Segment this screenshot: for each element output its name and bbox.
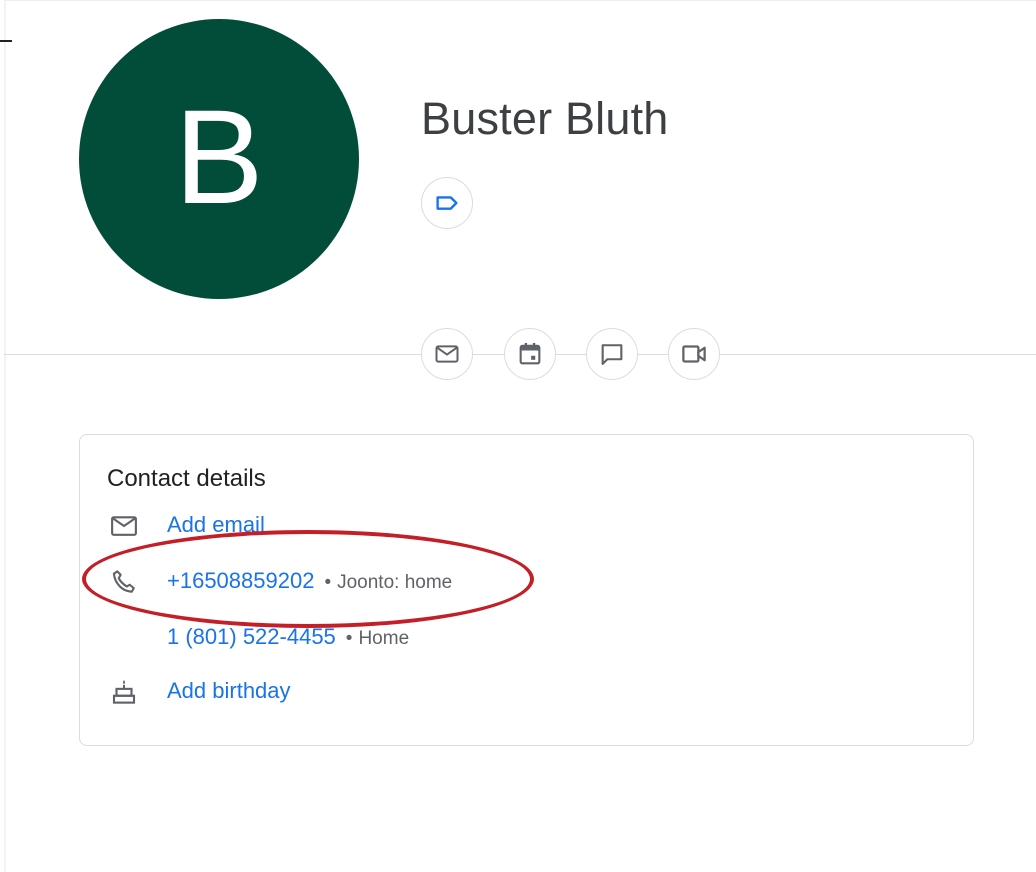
- email-icon: [435, 345, 459, 363]
- birthday-row-icon: [107, 675, 141, 709]
- phone-row-1: +16508859202 • Joonto: home: [167, 567, 452, 597]
- calendar-event-icon: [519, 342, 541, 365]
- manage-labels-button[interactable]: [421, 177, 473, 229]
- send-message-button[interactable]: [586, 328, 638, 380]
- phone-label-text: Joonto: home: [337, 572, 453, 593]
- phone-row-icon: [107, 565, 141, 599]
- phone-icon: [112, 570, 135, 593]
- contact-name: Buster Bluth: [421, 93, 669, 144]
- left-border: [4, 0, 6, 872]
- email-row-icon: [107, 509, 141, 543]
- phone-number-link[interactable]: +16508859202: [167, 568, 314, 593]
- card-title: Contact details: [107, 465, 266, 492]
- label-icon: [436, 196, 458, 210]
- phone-label: • Joonto: home: [324, 572, 453, 593]
- phone-label-text: Home: [358, 628, 410, 649]
- top-border: [4, 0, 1036, 1]
- add-email-link[interactable]: Add email: [167, 511, 265, 539]
- phone-label: • Home: [345, 628, 410, 649]
- add-birthday-link[interactable]: Add birthday: [167, 677, 291, 705]
- video-call-icon: [682, 345, 706, 363]
- schedule-event-button[interactable]: [504, 328, 556, 380]
- avatar: B: [79, 19, 359, 299]
- cake-icon: [112, 680, 136, 704]
- email-icon: [111, 516, 137, 536]
- avatar-letter: B: [174, 83, 264, 232]
- chat-icon: [601, 344, 623, 365]
- video-call-button[interactable]: [668, 328, 720, 380]
- phone-row-2: 1 (801) 522-4455 • Home: [167, 623, 409, 653]
- corner-mark: [0, 40, 12, 42]
- send-email-button[interactable]: [421, 328, 473, 380]
- phone-number-link[interactable]: 1 (801) 522-4455: [167, 624, 336, 649]
